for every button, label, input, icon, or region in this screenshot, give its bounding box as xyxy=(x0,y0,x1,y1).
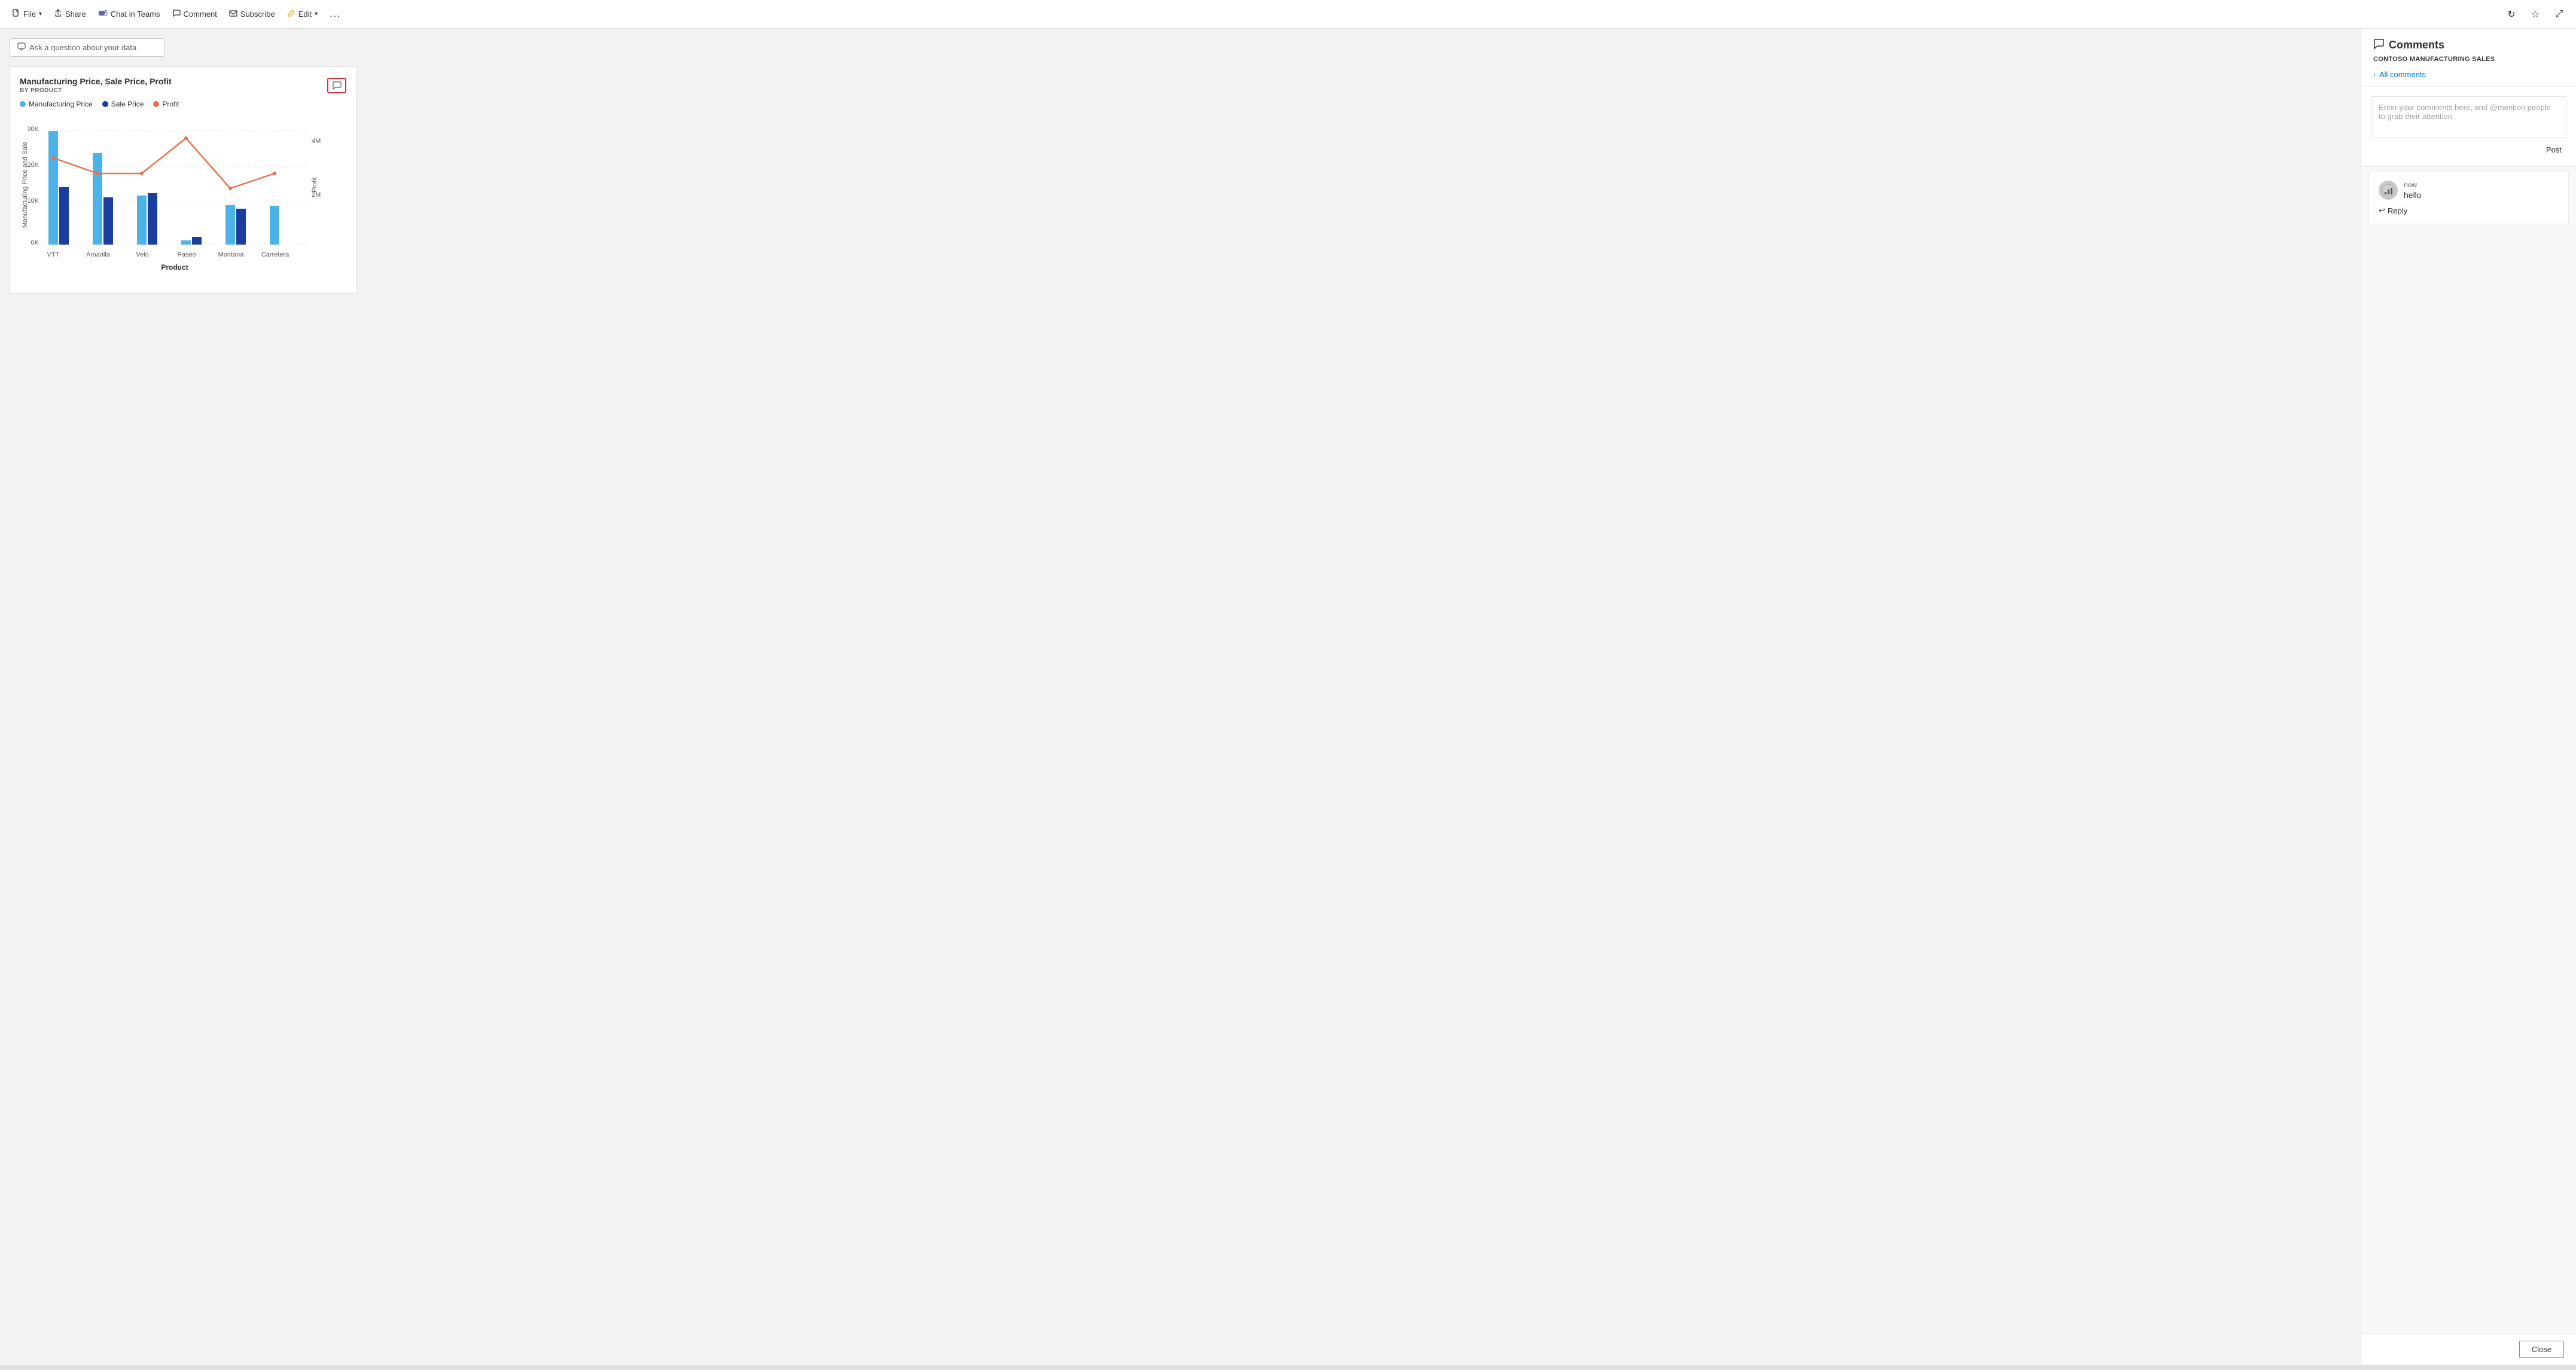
comments-panel: Comments CONTOSO MANUFACTURING SALES ‹ A… xyxy=(2361,29,2576,1365)
comment-entry-header: now hello xyxy=(2379,181,2559,200)
subscribe-icon xyxy=(229,9,237,19)
file-menu[interactable]: File ▾ xyxy=(7,5,47,23)
edit-icon xyxy=(287,9,295,19)
more-icon: ... xyxy=(330,9,341,20)
chart-title: Manufacturing Price, Sale Price, Profit xyxy=(20,77,346,86)
svg-text:4M: 4M xyxy=(312,138,321,145)
file-chevron: ▾ xyxy=(39,11,42,17)
comments-title-row: Comments xyxy=(2373,38,2564,52)
comments-panel-icon xyxy=(2373,38,2384,52)
legend-mfg-price: Manufacturing Price xyxy=(20,100,93,108)
comment-input-placeholder: Enter your comments here, and @mention p… xyxy=(2379,103,2551,121)
post-button-row: Post xyxy=(2371,143,2566,157)
chat-in-teams-label: Chat in Teams xyxy=(111,10,160,19)
chart-subtitle: BY PRODUCT xyxy=(20,87,346,94)
share-label: Share xyxy=(65,10,86,19)
reply-label: Reply xyxy=(2388,206,2407,215)
svg-text:0K: 0K xyxy=(31,239,39,246)
comments-footer: Close xyxy=(2361,1333,2576,1365)
comments-scroll-area[interactable]: Enter your comments here, and @mention p… xyxy=(2361,87,2576,1333)
comment-input-section: Enter your comments here, and @mention p… xyxy=(2361,87,2576,167)
comment-meta: now hello xyxy=(2404,181,2559,200)
bottom-scrollbar[interactable] xyxy=(0,1365,2576,1370)
legend-dot-mfg xyxy=(20,101,26,107)
reply-icon: ↩ xyxy=(2379,206,2385,215)
main-area: Ask a question about your data Manufactu… xyxy=(0,29,2576,1365)
svg-text:20K: 20K xyxy=(27,161,39,169)
svg-text:30K: 30K xyxy=(27,126,39,133)
legend-label-sale: Sale Price xyxy=(111,100,144,108)
share-icon xyxy=(54,9,62,19)
file-label: File xyxy=(23,10,36,19)
all-comments-back[interactable]: ‹ All comments xyxy=(2373,68,2564,81)
reply-button[interactable]: ↩ Reply xyxy=(2379,206,2559,215)
svg-text:Paseo: Paseo xyxy=(177,251,196,258)
comment-time: now xyxy=(2404,181,2559,189)
qa-bar[interactable]: Ask a question about your data xyxy=(10,38,165,57)
legend-dot-profit xyxy=(153,101,159,107)
svg-text:Velo: Velo xyxy=(136,251,148,258)
svg-text:VTT: VTT xyxy=(47,251,60,258)
comments-report-name: CONTOSO MANUFACTURING SALES xyxy=(2373,56,2564,63)
favorite-button[interactable]: ☆ xyxy=(2526,5,2545,24)
refresh-button[interactable]: ↻ xyxy=(2502,5,2521,24)
svg-text:Carretera: Carretera xyxy=(261,251,289,258)
svg-text:Profit: Profit xyxy=(311,177,318,193)
comment-entry: now hello ↩ Reply xyxy=(2368,172,2569,224)
svg-text:10K: 10K xyxy=(27,197,39,205)
file-icon xyxy=(12,9,20,19)
canvas-area: Ask a question about your data Manufactu… xyxy=(0,29,2361,1365)
teams-icon xyxy=(98,9,108,19)
avatar xyxy=(2379,181,2398,200)
chart-comment-indicator[interactable] xyxy=(327,78,346,93)
chart-card: Manufacturing Price, Sale Price, Profit … xyxy=(10,66,356,294)
fullscreen-button[interactable]: ⤢ xyxy=(2550,5,2569,24)
post-button[interactable]: Post xyxy=(2541,143,2566,157)
share-button[interactable]: Share xyxy=(49,5,91,23)
chat-in-teams-button[interactable]: Chat in Teams xyxy=(93,5,165,23)
subscribe-button[interactable]: Subscribe xyxy=(224,5,280,23)
more-button[interactable]: ... xyxy=(325,5,346,23)
edit-chevron: ▾ xyxy=(315,11,318,17)
comment-input-box[interactable]: Enter your comments here, and @mention p… xyxy=(2371,96,2566,138)
comment-label: Comment xyxy=(184,10,217,19)
legend-dot-sale xyxy=(102,101,108,107)
comments-title: Comments xyxy=(2389,39,2444,51)
star-icon: ☆ xyxy=(2531,8,2540,20)
comments-header: Comments CONTOSO MANUFACTURING SALES ‹ A… xyxy=(2361,29,2576,87)
comment-text: hello xyxy=(2404,190,2559,200)
toolbar: File ▾ Share Chat in Teams Comment Subsc… xyxy=(0,0,2576,29)
chart-visual: 30K 20K 10K 0K 4M 2M Manufacturing Price… xyxy=(20,113,346,283)
close-button[interactable]: Close xyxy=(2519,1341,2564,1358)
svg-text:Manufacturing Price and Sale: Manufacturing Price and Sale xyxy=(22,142,29,228)
toolbar-right-actions: ↻ ☆ ⤢ xyxy=(2502,5,2569,24)
back-chevron-icon: ‹ xyxy=(2373,71,2376,79)
chart-legend: Manufacturing Price Sale Price Profit xyxy=(20,100,346,108)
expand-icon: ⤢ xyxy=(2556,9,2563,20)
edit-button[interactable]: Edit ▾ xyxy=(282,5,322,23)
comment-icon xyxy=(172,9,181,19)
refresh-icon: ↻ xyxy=(2507,8,2515,20)
legend-label-profit: Profit xyxy=(162,100,179,108)
legend-sale-price: Sale Price xyxy=(102,100,144,108)
legend-label-mfg: Manufacturing Price xyxy=(29,100,93,108)
chart-svg: 30K 20K 10K 0K 4M 2M Manufacturing Price… xyxy=(20,113,331,280)
svg-text:Product: Product xyxy=(161,263,188,271)
edit-label: Edit xyxy=(298,10,312,19)
svg-text:Amarilla: Amarilla xyxy=(86,251,111,258)
svg-text:Montana: Montana xyxy=(218,251,245,258)
subscribe-label: Subscribe xyxy=(240,10,275,19)
comment-button[interactable]: Comment xyxy=(167,5,222,23)
qa-placeholder: Ask a question about your data xyxy=(29,43,136,52)
all-comments-label: All comments xyxy=(2379,70,2426,79)
qa-icon xyxy=(17,42,26,53)
legend-profit: Profit xyxy=(153,100,179,108)
